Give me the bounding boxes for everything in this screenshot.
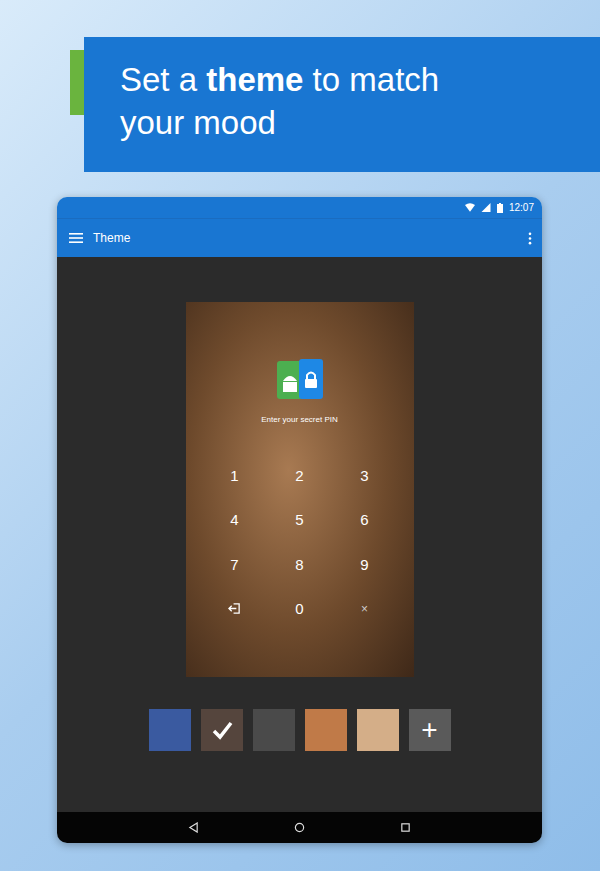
keypad-key[interactable]: 1 (202, 453, 267, 498)
add-theme-button[interactable]: + (409, 709, 451, 751)
recents-icon[interactable] (400, 822, 411, 833)
theme-thumbnail[interactable] (201, 709, 243, 751)
keypad-key[interactable]: 0 (267, 587, 332, 632)
keypad-key[interactable]: × (332, 587, 397, 632)
more-icon[interactable] (528, 232, 532, 245)
digit-label: 5 (295, 511, 303, 528)
app-logo-icon (277, 359, 323, 401)
keypad-key[interactable]: 9 (332, 542, 397, 587)
theme-thumbnail[interactable] (305, 709, 347, 751)
check-icon (210, 718, 234, 742)
keypad-key[interactable] (202, 587, 267, 632)
keypad-key[interactable]: 5 (267, 498, 332, 543)
keypad-key[interactable]: 8 (267, 542, 332, 587)
toolbar-title: Theme (93, 231, 528, 245)
nav-bar (57, 812, 542, 843)
digit-label: 4 (230, 511, 238, 528)
battery-icon (497, 203, 503, 213)
keypad-key[interactable]: 2 (267, 453, 332, 498)
theme-thumbnail[interactable] (149, 709, 191, 751)
keypad-key[interactable]: 4 (202, 498, 267, 543)
wifi-icon (465, 203, 475, 212)
digit-label: 3 (360, 467, 368, 484)
digit-label: 8 (295, 556, 303, 573)
back-icon[interactable] (188, 822, 199, 833)
theme-thumbnail[interactable] (357, 709, 399, 751)
digit-label: 9 (360, 556, 368, 573)
exit-icon (228, 602, 241, 615)
theme-content: Enter your secret PIN 1 2 3 4 5 6 7 8 9 0 × + (57, 257, 542, 812)
home-icon[interactable] (294, 822, 305, 833)
tablet-frame: 12:07 Theme Enter your secret PIN 1 2 3 4 5 6 7 8 9… (57, 197, 542, 843)
digit-label: 7 (230, 556, 238, 573)
keypad-key[interactable]: 6 (332, 498, 397, 543)
digit-label: 2 (295, 467, 303, 484)
toolbar: Theme (57, 218, 542, 257)
signal-icon (481, 203, 491, 212)
keypad-key[interactable]: 7 (202, 542, 267, 587)
digit-label: 0 (295, 600, 303, 617)
keypad-key[interactable]: 3 (332, 453, 397, 498)
keypad: 1 2 3 4 5 6 7 8 9 0 × (202, 453, 397, 631)
status-time: 12:07 (509, 202, 534, 213)
digit-label: 6 (360, 511, 368, 528)
menu-icon[interactable] (69, 233, 83, 243)
banner-accent (70, 50, 84, 115)
status-bar: 12:07 (57, 197, 542, 218)
theme-preview: Enter your secret PIN 1 2 3 4 5 6 7 8 9 0 × (186, 302, 414, 677)
theme-list: + (149, 709, 451, 751)
pin-prompt: Enter your secret PIN (261, 415, 337, 424)
clear-key-label: × (361, 602, 368, 616)
theme-thumbnail[interactable] (253, 709, 295, 751)
banner-text: Set a theme to match your mood (120, 59, 480, 145)
banner-box: Set a theme to match your mood (84, 37, 600, 172)
digit-label: 1 (230, 467, 238, 484)
page: Set a theme to match your mood 12:07 Theme… (0, 0, 600, 871)
banner: Set a theme to match your mood (70, 37, 600, 172)
